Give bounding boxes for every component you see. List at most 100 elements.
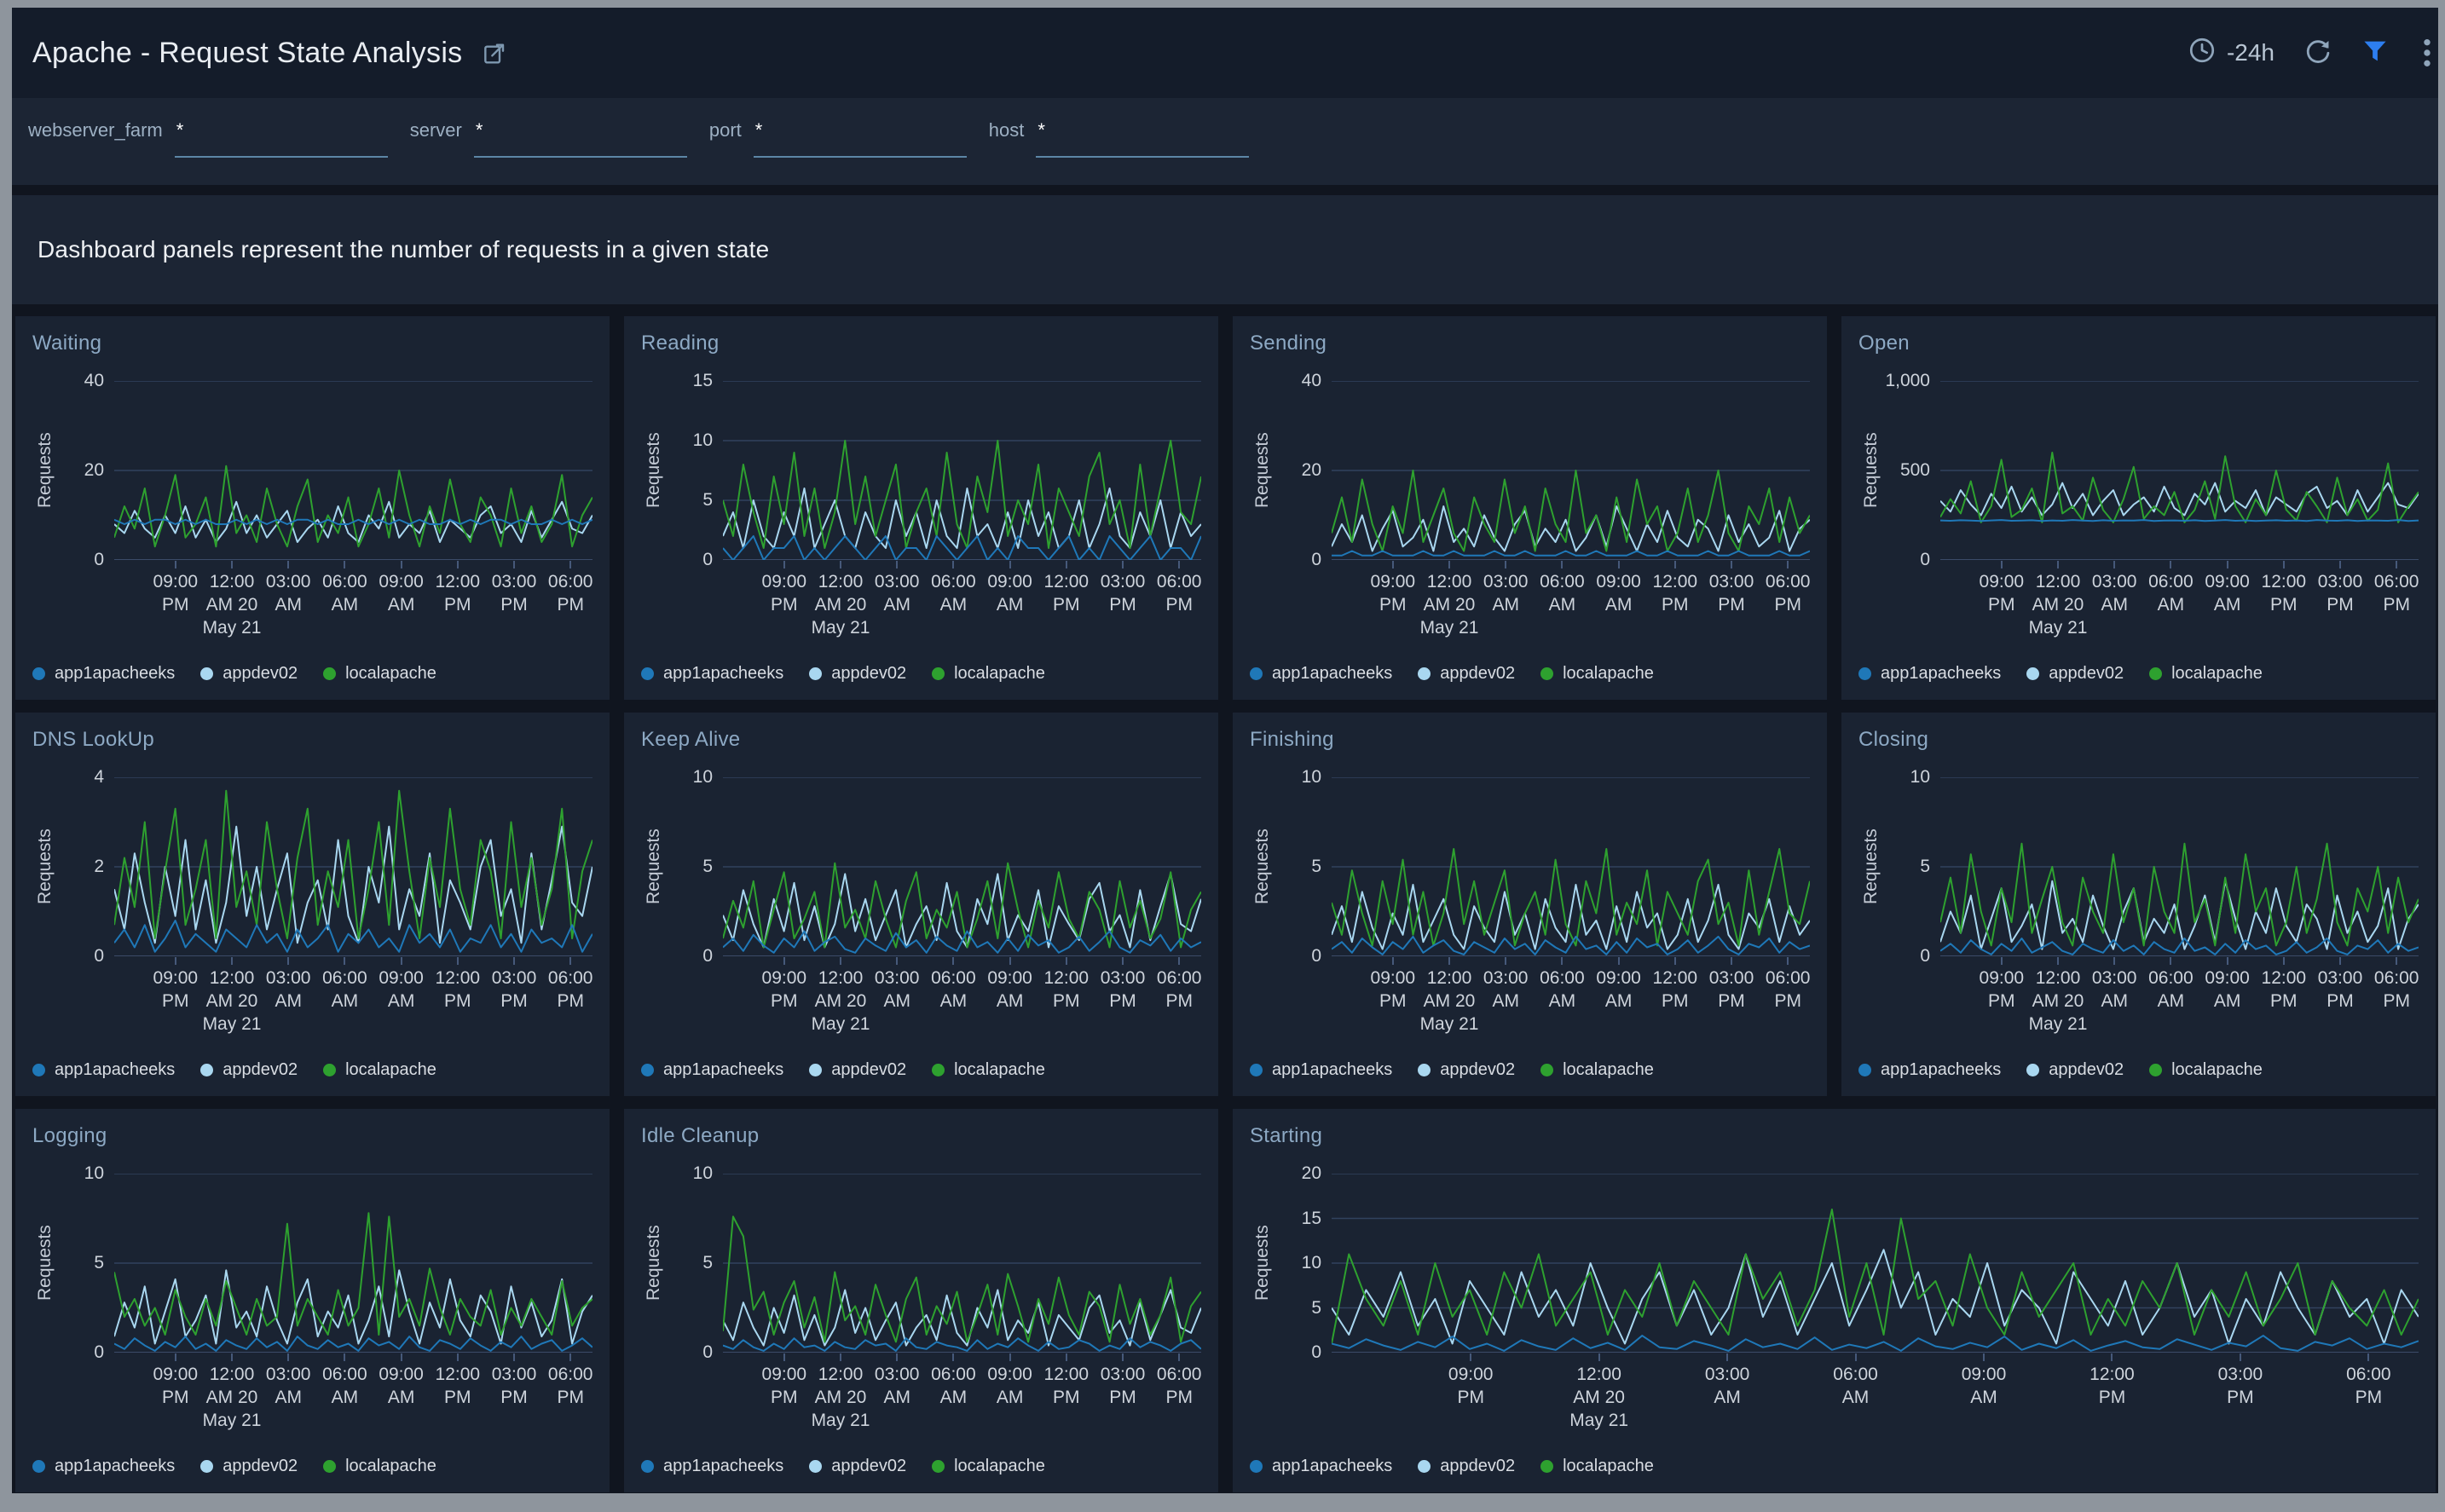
legend-item-localapache[interactable]: localapache xyxy=(932,664,1045,684)
legend-item-app1apacheeks[interactable]: app1apacheeks xyxy=(1250,1457,1392,1476)
x-tick-label: 06:00 PM xyxy=(1766,570,1811,616)
legend-item-appdev02[interactable]: appdev02 xyxy=(2026,1060,2124,1080)
legend: app1apacheeks appdev02 localapache xyxy=(641,661,1201,686)
x-tick-label: 12:00 AM 20 May 21 xyxy=(812,570,870,639)
panel-logging: LoggingRequests105009:00 PM12:00 AM 20 M… xyxy=(15,1109,610,1492)
share-export-icon[interactable] xyxy=(481,39,508,66)
legend-item-app1apacheeks[interactable]: app1apacheeks xyxy=(641,664,783,684)
y-tick-label: 5 xyxy=(702,1253,713,1273)
legend-item-appdev02[interactable]: appdev02 xyxy=(200,1457,298,1476)
more-menu-icon[interactable] xyxy=(2418,36,2436,70)
x-tick-mark xyxy=(1505,561,1506,568)
legend-item-appdev02[interactable]: appdev02 xyxy=(1418,664,1515,684)
legend-dot xyxy=(641,1460,654,1473)
x-tick-label: 09:00 PM xyxy=(1448,1363,1494,1409)
filter-group-webserver-farm: webserver_farm * xyxy=(28,117,388,158)
legend-item-app1apacheeks[interactable]: app1apacheeks xyxy=(641,1457,783,1476)
plot-column: 09:00 PM12:00 AM 20 May 2103:00 AM06:00 … xyxy=(723,777,1201,1042)
filter-icon[interactable] xyxy=(2361,38,2389,69)
legend-item-localapache[interactable]: localapache xyxy=(932,1060,1045,1080)
legend-item-localapache[interactable]: localapache xyxy=(1540,1060,1654,1080)
panel-keep-alive: Keep AliveRequests105009:00 PM12:00 AM 2… xyxy=(624,713,1218,1096)
x-axis: 09:00 PM12:00 AM 20 May 2103:00 AM06:00 … xyxy=(1332,563,1810,645)
panel-title: Keep Alive xyxy=(641,728,1201,752)
filter-input-port[interactable]: * xyxy=(754,117,967,158)
legend-item-app1apacheeks[interactable]: app1apacheeks xyxy=(32,1060,175,1080)
legend-item-appdev02[interactable]: appdev02 xyxy=(200,1060,298,1080)
series-app1apacheeks xyxy=(723,932,1201,953)
x-tick-mark xyxy=(840,1353,841,1361)
legend-label: appdev02 xyxy=(1440,1060,1515,1080)
x-tick-mark xyxy=(513,1353,515,1361)
x-tick-label: 06:00 AM xyxy=(1540,967,1585,1013)
filter-input-server[interactable]: * xyxy=(474,117,687,158)
x-tick-mark xyxy=(1009,561,1011,568)
legend-item-appdev02[interactable]: appdev02 xyxy=(809,1060,906,1080)
x-tick-label: 03:00 PM xyxy=(1101,570,1146,616)
series-appdev02 xyxy=(114,1270,592,1343)
line-chart xyxy=(114,381,592,560)
legend-item-app1apacheeks[interactable]: app1apacheeks xyxy=(1858,664,2001,684)
legend-item-appdev02[interactable]: appdev02 xyxy=(809,664,906,684)
x-tick-mark xyxy=(457,957,459,965)
legend-dot xyxy=(1250,1460,1263,1473)
y-tick-label: 10 xyxy=(84,1163,104,1184)
y-axis: 1050 xyxy=(667,777,723,956)
legend-item-localapache[interactable]: localapache xyxy=(323,1457,436,1476)
legend-dot xyxy=(323,1064,336,1076)
x-tick-mark xyxy=(287,957,289,965)
series-app1apacheeks xyxy=(114,1336,592,1351)
legend-item-app1apacheeks[interactable]: app1apacheeks xyxy=(32,1457,175,1476)
legend-dot xyxy=(32,667,45,680)
refresh-icon[interactable] xyxy=(2303,37,2332,70)
panel-sending: SendingRequests4020009:00 PM12:00 AM 20 … xyxy=(1233,316,1827,700)
x-tick-mark xyxy=(401,1353,402,1361)
x-tick-label: 06:00 AM xyxy=(931,967,976,1013)
x-tick-label: 12:00 PM xyxy=(436,967,481,1013)
line-chart xyxy=(723,381,1201,560)
x-tick-label: 12:00 PM xyxy=(2262,967,2307,1013)
legend-label: app1apacheeks xyxy=(55,1457,175,1476)
filter-input-host[interactable]: * xyxy=(1036,117,1249,158)
legend-item-app1apacheeks[interactable]: app1apacheeks xyxy=(32,664,175,684)
x-tick-label: 12:00 AM 20 May 21 xyxy=(812,1363,870,1432)
legend-item-localapache[interactable]: localapache xyxy=(1540,664,1654,684)
legend-item-appdev02[interactable]: appdev02 xyxy=(200,664,298,684)
legend-item-app1apacheeks[interactable]: app1apacheeks xyxy=(641,1060,783,1080)
legend-item-appdev02[interactable]: appdev02 xyxy=(1418,1060,1515,1080)
legend-item-localapache[interactable]: localapache xyxy=(932,1457,1045,1476)
filter-input-webserver-farm[interactable]: * xyxy=(175,117,388,158)
filter-group-port: port * xyxy=(709,117,967,158)
legend-item-appdev02[interactable]: appdev02 xyxy=(809,1457,906,1476)
y-axis: 1050 xyxy=(58,1174,114,1353)
legend-item-localapache[interactable]: localapache xyxy=(2149,1060,2263,1080)
legend-item-localapache[interactable]: localapache xyxy=(323,664,436,684)
legend-item-app1apacheeks[interactable]: app1apacheeks xyxy=(1858,1060,2001,1080)
legend-item-localapache[interactable]: localapache xyxy=(1540,1457,1654,1476)
y-tick-label: 4 xyxy=(94,767,104,788)
x-tick-mark xyxy=(1178,957,1180,965)
x-tick-label: 06:00 AM xyxy=(322,967,367,1013)
legend-item-app1apacheeks[interactable]: app1apacheeks xyxy=(1250,1060,1392,1080)
x-tick-mark xyxy=(1618,957,1620,965)
series-localapache xyxy=(114,1213,592,1335)
panel-open: OpenRequests1,000500009:00 PM12:00 AM 20… xyxy=(1841,316,2436,700)
chart-area: Requests105009:00 PM12:00 AM 20 May 2103… xyxy=(641,1174,1201,1438)
x-tick-label: 06:00 PM xyxy=(548,1363,593,1409)
legend-item-localapache[interactable]: localapache xyxy=(323,1060,436,1080)
x-tick-mark xyxy=(231,957,233,965)
x-tick-label: 06:00 PM xyxy=(2346,1363,2391,1409)
legend-label: appdev02 xyxy=(831,664,906,684)
x-tick-mark xyxy=(840,957,841,965)
y-tick-label: 15 xyxy=(693,371,713,391)
legend-label: app1apacheeks xyxy=(55,1060,175,1080)
legend-item-localapache[interactable]: localapache xyxy=(2149,664,2263,684)
line-chart xyxy=(1940,777,2419,956)
legend-item-appdev02[interactable]: appdev02 xyxy=(2026,664,2124,684)
legend-item-appdev02[interactable]: appdev02 xyxy=(1418,1457,1515,1476)
legend-item-app1apacheeks[interactable]: app1apacheeks xyxy=(1250,664,1392,684)
x-tick-mark xyxy=(2240,1353,2241,1361)
filter-label: webserver_farm xyxy=(28,117,163,144)
time-range-picker[interactable]: -24h xyxy=(2188,36,2274,71)
x-tick-mark xyxy=(1787,957,1789,965)
